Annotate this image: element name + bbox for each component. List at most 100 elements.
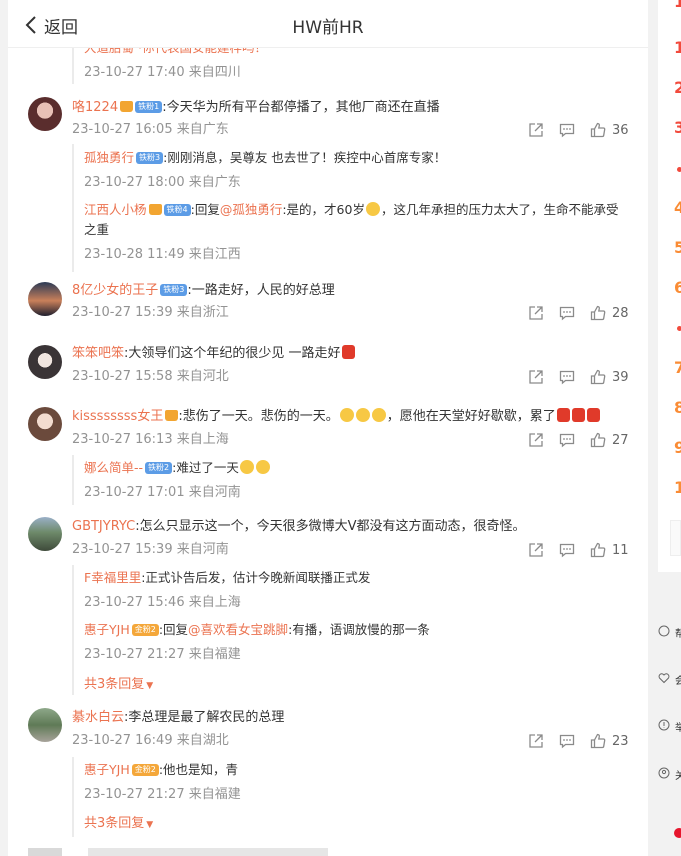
reply-meta: 23-10-27 15:46 来自上海 [84, 595, 241, 610]
share-icon[interactable] [528, 542, 544, 558]
comment-text-suffix: ，愿他在天堂好好歇歇，累了 [386, 409, 556, 424]
avatar[interactable] [28, 708, 62, 742]
comment-icon[interactable] [559, 432, 575, 448]
reply-text: :是的，才60岁 [282, 202, 365, 217]
thumbs-up-icon [590, 733, 606, 749]
comment-meta: 23-10-27 15:39 来自河南 [72, 542, 229, 557]
rank-number[interactable]: 5 [674, 238, 681, 257]
reply-box: F幸福里里:正式讣告后发，估计今晚新闻联播正式发 23-10-27 15:46 … [72, 565, 632, 695]
like-button[interactable]: 11 [590, 542, 629, 558]
fan-badge: 金粉2 [131, 624, 159, 636]
mention-link[interactable]: @喜欢看女宝跳脚 [188, 622, 288, 637]
reply-text: :难过了一天 [172, 460, 239, 475]
reply-text: :刚刚消息，吴尊友 也去世了！疾控中心首席专家！ [163, 150, 447, 165]
reply-meta: 23-10-27 21:27 来自福建 [84, 647, 241, 662]
comment-actions: 11 [528, 541, 629, 559]
user-circle-icon [658, 767, 670, 779]
reply-username[interactable]: 孤独勇行 [84, 150, 134, 165]
weibo-logo-icon [674, 828, 681, 838]
share-icon[interactable] [528, 369, 544, 385]
comment-meta: 23-10-27 16:49 来自湖北 [72, 733, 229, 748]
username[interactable]: 8亿少女的王子 [72, 283, 158, 298]
comment-text: :李总理是最了解农民的总理 [124, 710, 285, 725]
comment-icon[interactable] [559, 122, 575, 138]
avatar[interactable] [28, 517, 62, 551]
pin-dot-icon [677, 326, 681, 331]
like-button[interactable]: 39 [590, 369, 629, 385]
more-replies-link[interactable]: 共3条回复 ▼ [84, 812, 153, 831]
rank-number[interactable]: 10 [674, 478, 681, 497]
comment-text: :悲伤了一天。悲伤的一天。 [178, 409, 339, 424]
username[interactable]: 綦水白云 [72, 710, 124, 725]
gift-emoji-icon [586, 408, 600, 422]
username[interactable]: GBTJYRYC [72, 519, 135, 534]
like-count: 11 [612, 542, 629, 558]
thumbs-up-icon [590, 369, 606, 385]
rank-number[interactable]: 7 [674, 358, 681, 377]
share-icon[interactable] [528, 122, 544, 138]
fan-crown-icon [120, 101, 134, 112]
panel-footer-button[interactable] [670, 520, 681, 556]
caret-down-icon: ▼ [146, 820, 154, 830]
thumbs-up-icon [590, 305, 606, 321]
comment-meta: 23-10-27 15:39 来自浙江 [72, 305, 229, 320]
rank-number[interactable]: 9 [674, 438, 681, 457]
username[interactable]: kissssssss女王 [72, 409, 163, 424]
username[interactable]: 咯1224 [72, 100, 118, 115]
thumbs-up-icon [590, 122, 606, 138]
emoji-icon [339, 408, 354, 422]
avatar[interactable] [28, 282, 62, 316]
reply-prefix: :回复 [190, 202, 220, 217]
avatar[interactable] [28, 345, 62, 379]
rank-number[interactable]: 6 [674, 278, 681, 297]
heart-icon [658, 673, 670, 684]
rank-number[interactable]: 1 [674, 0, 681, 11]
reply-username[interactable]: 江西人小杨 [84, 202, 147, 217]
thumbs-up-icon [590, 542, 606, 558]
fan-crown-icon [165, 410, 179, 421]
reply-text: :他也是知，青 [158, 762, 239, 777]
comment-icon[interactable] [559, 733, 575, 749]
emoji-icon [239, 460, 254, 474]
gift-emoji-icon [571, 408, 585, 422]
help-circle-icon [658, 625, 670, 637]
share-icon[interactable] [528, 733, 544, 749]
like-count: 27 [612, 432, 629, 448]
comment-icon[interactable] [559, 305, 575, 321]
rank-number[interactable]: 4 [674, 198, 681, 217]
gift-emoji-icon [341, 345, 355, 359]
rank-number[interactable]: 8 [674, 398, 681, 417]
rank-number[interactable]: 3 [674, 118, 681, 137]
hot-list-panel: 1 1 2 3 4 5 6 7 8 9 10 [658, 0, 681, 572]
comment-icon[interactable] [559, 369, 575, 385]
fan-badge: 铁粉3 [160, 284, 188, 296]
top-bar: 返回 HW前HR [8, 0, 648, 48]
share-icon[interactable] [528, 432, 544, 448]
rank-number[interactable]: 1 [674, 38, 681, 57]
like-button[interactable]: 27 [590, 432, 629, 448]
rank-number[interactable]: 2 [674, 78, 681, 97]
reply-item: 孤独勇行 铁粉3:刚刚消息，吴尊友 也去世了！疾控中心首席专家！ 23-10-27… [84, 148, 629, 192]
like-button[interactable]: 36 [590, 122, 629, 138]
avatar[interactable] [28, 407, 62, 441]
like-button[interactable]: 23 [590, 733, 629, 749]
mention-link[interactable]: @孤独勇行 [220, 202, 283, 217]
reply-username[interactable]: 惠子YJH [84, 762, 130, 777]
reply-meta: 23-10-27 17:40 来自四川 [84, 65, 241, 80]
reply-username[interactable]: 娜么简单-- [84, 460, 143, 475]
reply-meta: 23-10-27 17:01 来自河南 [84, 485, 241, 500]
comment-actions: 28 [528, 304, 629, 322]
avatar[interactable] [28, 97, 62, 131]
reply-text: :正式讣告后发，估计今晚新闻联播正式发 [141, 570, 371, 585]
comment-meta: 23-10-27 15:58 来自河北 [72, 369, 229, 384]
emoji-icon [255, 460, 270, 474]
comment-icon[interactable] [559, 542, 575, 558]
comment-actions: 27 [528, 431, 629, 449]
like-button[interactable]: 28 [590, 305, 629, 321]
username[interactable]: 笨笨吧笨 [72, 346, 124, 361]
share-icon[interactable] [528, 305, 544, 321]
reply-username[interactable]: F幸福里里 [84, 570, 141, 585]
more-replies-link[interactable]: 共3条回复 ▼ [84, 673, 153, 692]
reply-username[interactable]: 惠子YJH [84, 622, 130, 637]
reply-item: F幸福里里:正式讣告后发，估计今晚新闻联播正式发 23-10-27 15:46 … [84, 568, 629, 612]
